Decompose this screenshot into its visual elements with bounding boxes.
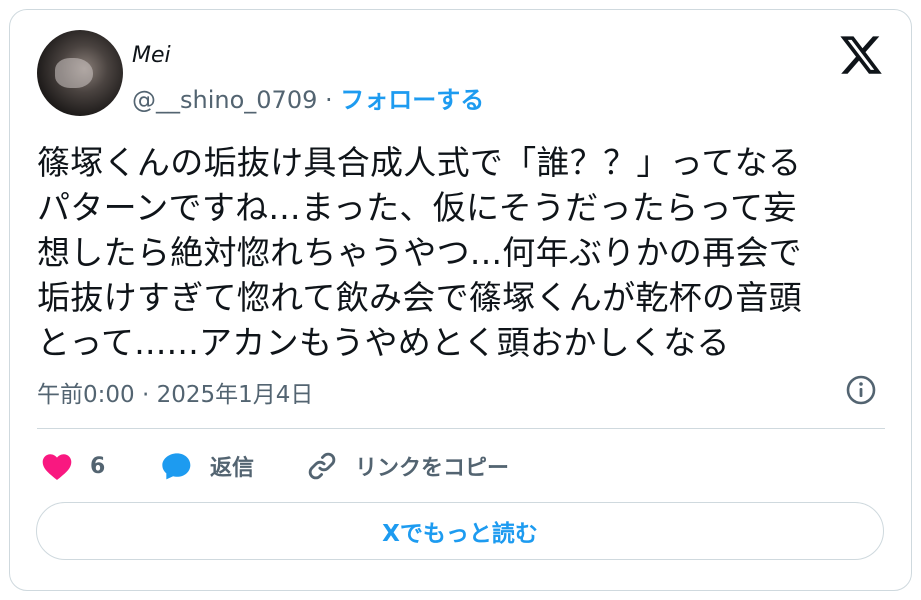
display-name[interactable]: Mei <box>132 43 171 68</box>
follow-link[interactable]: フォローする <box>340 86 484 114</box>
x-logo-icon[interactable] <box>838 32 884 78</box>
link-icon <box>308 452 336 480</box>
copy-link-button[interactable]: リンクをコピー <box>305 448 509 484</box>
handle[interactable]: @__shino_0709 <box>132 86 317 114</box>
like-button[interactable]: 6 <box>40 448 105 484</box>
divider <box>37 428 885 429</box>
handle-row: @__shino_0709 · フォローする <box>132 80 484 115</box>
avatar[interactable] <box>37 30 123 116</box>
tweet-text: 篠塚くんの垢抜け具合成人式で「誰？？」ってなる パターンですね...まった、仮に… <box>37 143 802 362</box>
speech-bubble-icon <box>162 453 191 480</box>
reply-label: 返信 <box>210 456 255 481</box>
separator: · <box>317 86 341 114</box>
copy-link-label: リンクをコピー <box>355 456 510 481</box>
like-count: 6 <box>90 453 106 479</box>
heart-icon <box>42 454 72 480</box>
timestamp[interactable]: 午前0:00 · 2025年1月4日 <box>37 375 313 409</box>
reply-button[interactable]: 返信 <box>160 448 254 484</box>
info-icon[interactable] <box>845 374 877 406</box>
read-more-button[interactable]: Xでもっと読む <box>36 502 884 560</box>
